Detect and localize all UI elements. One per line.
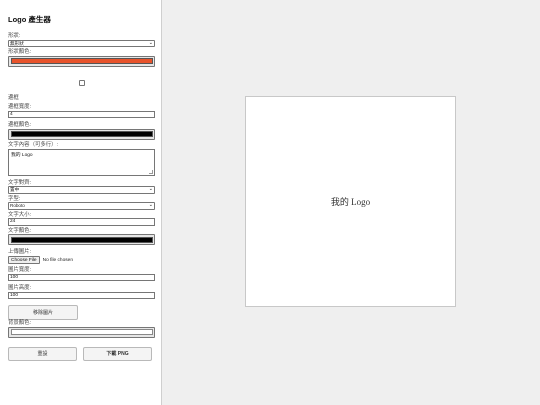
bg-color-picker[interactable] [8, 326, 155, 338]
font-size-label: 文字大小: [8, 211, 32, 218]
bg-color-fill [10, 329, 153, 336]
chevron-down-icon: ⌄ [148, 186, 153, 193]
logo-preview-text: 我的 Logo [330, 197, 371, 207]
shape-color-label: 形狀顏色: [8, 49, 32, 56]
border-section-label: 邊框 [8, 94, 19, 101]
image-width-label: 圖片寬度: [8, 267, 32, 274]
text-align-select-value: 置中 [10, 187, 20, 193]
download-png-button[interactable]: 下載 PNG [83, 346, 152, 361]
text-content-textarea[interactable]: 我的 Logo [8, 148, 155, 176]
image-width-input[interactable]: 100 [8, 273, 155, 282]
bg-color-label: 背景顏色: [8, 320, 32, 327]
shape-select[interactable]: 無形狀 ⌄ [8, 39, 155, 48]
settings-sidebar: Logo 產生器 形狀: 無形狀 ⌄ 形狀顏色: 邊框 邊框寬度: 4 邊框顏色… [0, 0, 162, 405]
remove-image-button[interactable]: 移除圖片 [8, 305, 78, 321]
text-content-label: 文字內容（可多行）: [8, 141, 59, 148]
text-align-select[interactable]: 置中 ⌄ [8, 186, 155, 194]
image-height-input[interactable]: 100 [8, 291, 155, 300]
text-color-picker[interactable] [8, 234, 155, 246]
border-color-fill [10, 131, 153, 138]
shape-color-fill [10, 58, 153, 65]
border-width-label: 邊框寬度: [8, 104, 32, 111]
font-select[interactable]: Roboto ⌄ [8, 202, 155, 210]
resize-grip-icon[interactable] [149, 169, 153, 174]
text-align-label: 文字對齊: [8, 179, 32, 186]
choose-file-button[interactable]: Choose File [8, 256, 40, 265]
chevron-down-icon: ⌄ [148, 39, 153, 46]
app-title: Logo 產生器 [8, 15, 51, 24]
image-height-label: 圖片高度: [8, 285, 32, 292]
shape-select-value: 無形狀 [10, 40, 24, 46]
upload-label: 上傳圖片: [8, 249, 32, 256]
logo-preview-canvas: 我的 Logo [245, 96, 456, 307]
border-checkbox[interactable] [78, 79, 85, 86]
shape-color-picker[interactable] [8, 55, 155, 67]
text-color-fill [10, 236, 153, 243]
border-width-input[interactable]: 4 [8, 110, 155, 119]
border-color-picker[interactable] [8, 128, 155, 140]
font-label: 字型: [8, 195, 21, 202]
text-color-label: 文字顏色: [8, 227, 32, 234]
border-color-label: 邊框顏色: [8, 122, 32, 129]
border-toggle-row [8, 73, 155, 91]
shape-label: 形狀: [8, 33, 21, 39]
file-upload-row: Choose File No file chosen [8, 256, 153, 265]
file-status-text: No file chosen [42, 257, 74, 263]
reset-button[interactable]: 重設 [8, 346, 77, 361]
action-buttons: 重設 下載 PNG [8, 346, 153, 361]
font-size-input[interactable]: 24 [8, 218, 155, 226]
font-select-value: Roboto [10, 203, 25, 209]
text-content-value: 我的 Logo [11, 152, 33, 158]
chevron-down-icon: ⌄ [148, 202, 153, 209]
